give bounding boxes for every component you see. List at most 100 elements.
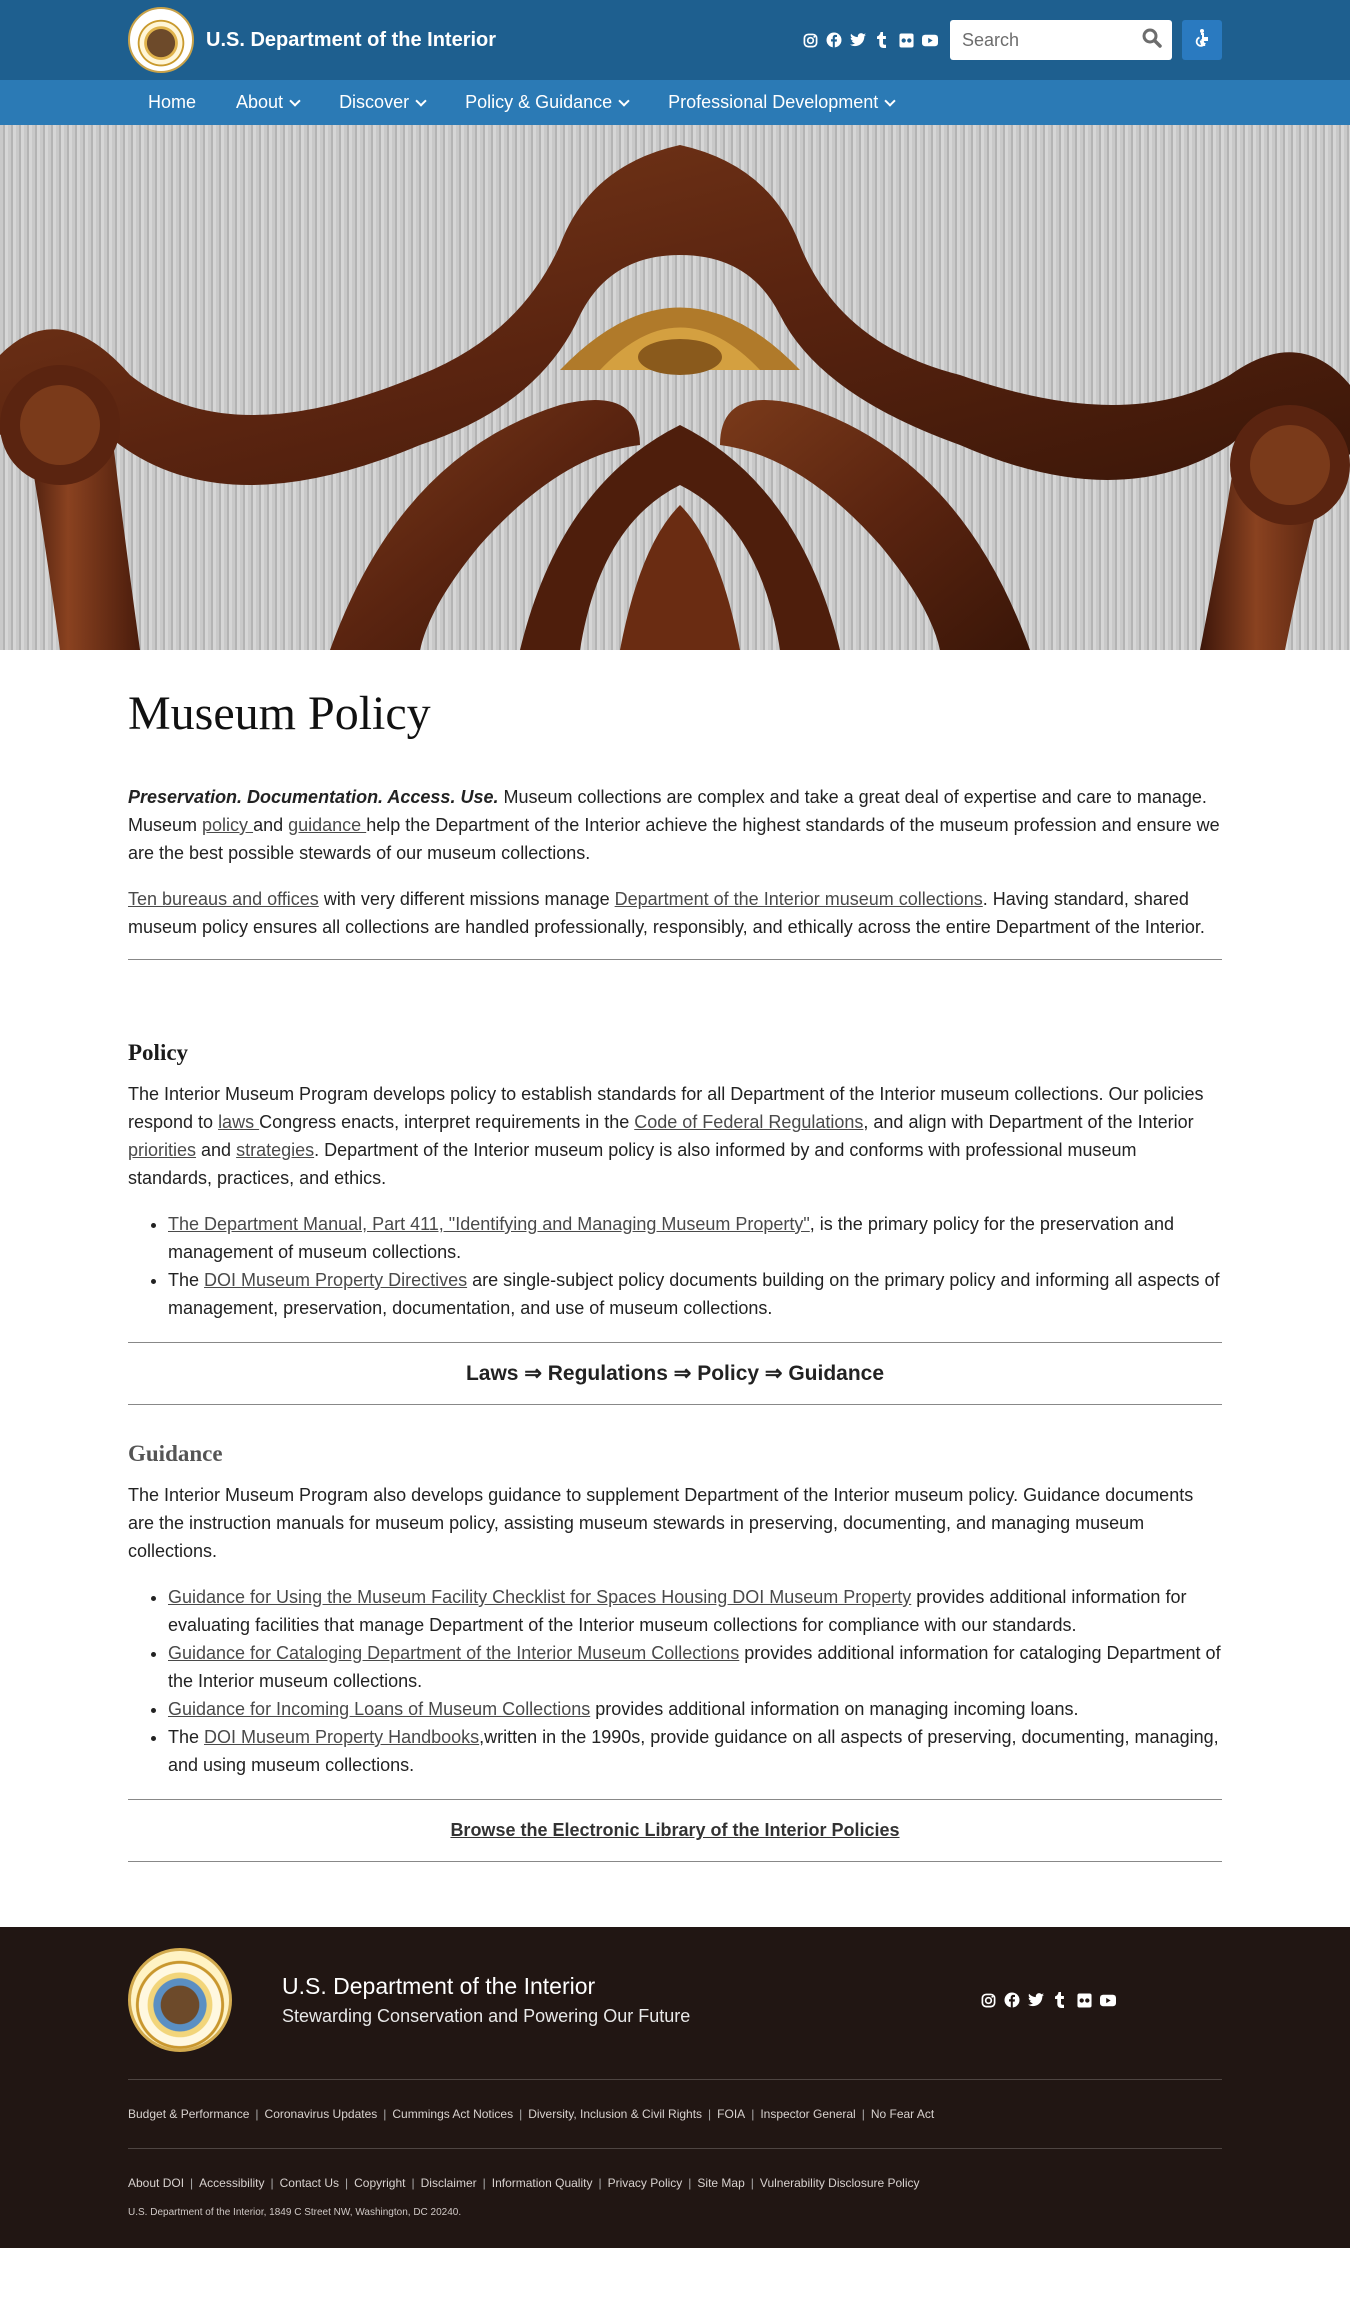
nav-label: About [236, 92, 284, 112]
list-item: Guidance for Cataloging Department of th… [168, 1639, 1222, 1695]
footer-tagline: Stewarding Conservation and Powering Our… [282, 2006, 691, 2026]
search-input[interactable] [962, 29, 1142, 51]
footer-link[interactable]: Privacy Policy [608, 2176, 683, 2190]
facebook-icon[interactable] [1004, 1992, 1020, 2008]
link-separator: | [345, 2176, 349, 2190]
text-segment: and [253, 815, 289, 835]
footer-link[interactable]: No Fear Act [871, 2107, 934, 2121]
footer-social-links [980, 1992, 1116, 2008]
guidance-heading: Guidance [128, 1441, 223, 1466]
link-separator: | [482, 2176, 486, 2190]
bureaus-offices-link[interactable]: Ten bureaus and offices [128, 889, 319, 909]
policy-heading: Policy [128, 1040, 189, 1065]
guidance-link[interactable]: guidance [288, 815, 366, 835]
footer-link[interactable]: Coronavirus Updates [265, 2107, 378, 2121]
youtube-icon[interactable] [1100, 1992, 1116, 2008]
policy-link[interactable]: policy [202, 815, 253, 835]
link-separator: | [708, 2107, 712, 2121]
cataloging-guidance-link[interactable]: Guidance for Cataloging Department of th… [168, 1643, 739, 1663]
footer-link[interactable]: Inspector General [760, 2107, 855, 2121]
footer-link[interactable]: Diversity, Inclusion & Civil Rights [528, 2107, 702, 2121]
chevron-down-icon [884, 94, 896, 107]
department-manual-link[interactable]: The Department Manual, Part 411, "Identi… [168, 1214, 810, 1234]
nav-item-policy-guidance[interactable]: Policy & Guidance [445, 80, 648, 125]
footer-link[interactable]: Disclaimer [421, 2176, 477, 2190]
facebook-icon[interactable] [826, 32, 842, 48]
electronic-library-link[interactable]: Browse the Electronic Library of the Int… [450, 1820, 899, 1840]
instagram-icon[interactable] [980, 1992, 996, 2008]
footer-link[interactable]: Cummings Act Notices [392, 2107, 513, 2121]
flickr-icon[interactable] [1076, 1992, 1092, 2008]
site-footer: U.S. Department of the Interior Stewardi… [0, 1927, 1350, 2248]
text-segment: , and align with Department of the Inter… [863, 1112, 1194, 1132]
museum-collections-link[interactable]: Department of the Interior museum collec… [615, 889, 983, 909]
museum-property-directives-link[interactable]: DOI Museum Property Directives [204, 1270, 467, 1290]
accessibility-icon [1192, 28, 1212, 53]
nav-item-about[interactable]: About [216, 80, 319, 125]
footer-link[interactable]: Accessibility [199, 2176, 264, 2190]
tumblr-icon[interactable] [874, 32, 890, 48]
accessibility-button[interactable] [1182, 20, 1222, 60]
footer-link[interactable]: Budget & Performance [128, 2107, 249, 2121]
main-nav: Home About Discover Policy & Guidance Pr… [0, 80, 1350, 125]
youtube-icon[interactable] [922, 32, 938, 48]
agency-name[interactable]: U.S. Department of the Interior [206, 29, 496, 52]
nav-label: Professional Development [668, 92, 879, 112]
link-separator: | [255, 2107, 259, 2121]
link-separator: | [190, 2176, 194, 2190]
facility-checklist-guidance-link[interactable]: Guidance for Using the Museum Facility C… [168, 1587, 911, 1607]
text-segment: with very different missions manage [318, 889, 615, 909]
footer-top: U.S. Department of the Interior Stewardi… [128, 1947, 1222, 2053]
link-separator: | [519, 2107, 523, 2121]
link-separator: | [750, 2176, 754, 2190]
flickr-icon[interactable] [898, 32, 914, 48]
footer-link[interactable]: About DOI [128, 2176, 184, 2190]
footer-link[interactable]: Contact Us [280, 2176, 339, 2190]
tumblr-icon[interactable] [1052, 1992, 1068, 2008]
twitter-icon[interactable] [850, 32, 866, 48]
instagram-icon[interactable] [802, 32, 818, 48]
link-separator: | [688, 2176, 692, 2190]
link-separator: | [383, 2107, 387, 2121]
footer-links-row-1: Budget & Performance | Coronavirus Updates… [128, 2080, 1222, 2148]
text-segment: The [168, 1270, 205, 1290]
footer-link[interactable]: Vulnerability Disclosure Policy [760, 2176, 920, 2190]
nav-item-discover[interactable]: Discover [319, 80, 445, 125]
priorities-link[interactable]: priorities [128, 1140, 196, 1160]
doi-seal-large-logo[interactable] [128, 1948, 232, 2052]
laws-link[interactable]: laws [218, 1112, 259, 1132]
site-header: U.S. Department of the Interior Search H… [0, 0, 1350, 125]
footer-address: U.S. Department of the Interior, 1849 C … [128, 2207, 462, 2218]
link-separator: | [411, 2176, 415, 2190]
footer-title-block: U.S. Department of the Interior Stewardi… [282, 1973, 690, 2027]
strategies-link[interactable]: strategies [236, 1140, 314, 1160]
chevron-down-icon [415, 94, 427, 107]
chair-illustration [0, 145, 1350, 650]
museum-property-handbooks-link[interactable]: DOI Museum Property Handbooks [204, 1727, 479, 1747]
policy-paragraph: The Interior Museum Program develops pol… [128, 1080, 1222, 1192]
intro-lead: Preservation. Documentation. Access. Use… [128, 787, 499, 807]
footer-link[interactable]: FOIA [717, 2107, 745, 2121]
incoming-loans-guidance-link[interactable]: Guidance for Incoming Loans of Museum Co… [168, 1699, 590, 1719]
list-item: The DOI Museum Property Directives are s… [168, 1266, 1222, 1322]
link-separator: | [751, 2107, 755, 2121]
doi-seal-logo[interactable] [128, 7, 194, 73]
footer-link[interactable]: Information Quality [492, 2176, 593, 2190]
nav-item-professional-development[interactable]: Professional Development [648, 80, 914, 125]
text-segment: Congress enacts, interpret requirements … [259, 1112, 635, 1132]
list-item: Guidance for Incoming Loans of Museum Co… [168, 1695, 1222, 1723]
search-box [950, 20, 1172, 60]
page-title: Museum Policy [128, 687, 431, 740]
link-separator: | [861, 2107, 865, 2121]
list-item: The Department Manual, Part 411, "Identi… [168, 1210, 1222, 1266]
search-icon[interactable] [1142, 28, 1162, 53]
nav-item-home[interactable]: Home [128, 80, 216, 125]
chevron-down-icon [289, 94, 301, 107]
intro-paragraph-2: Ten bureaus and offices with very differ… [128, 885, 1222, 941]
twitter-icon[interactable] [1028, 1992, 1044, 2008]
footer-link[interactable]: Site Map [697, 2176, 744, 2190]
divider [128, 1861, 1222, 1862]
list-item: Guidance for Using the Museum Facility C… [168, 1583, 1222, 1639]
cfr-link[interactable]: Code of Federal Regulations [634, 1112, 863, 1132]
footer-link[interactable]: Copyright [354, 2176, 405, 2190]
